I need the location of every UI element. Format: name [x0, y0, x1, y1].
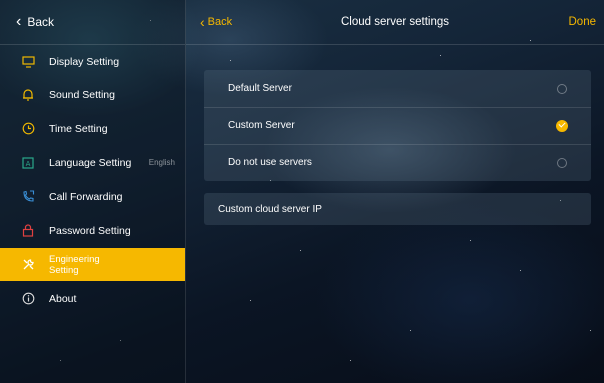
radio-unchecked-icon[interactable]	[557, 157, 567, 168]
lock-icon	[21, 224, 35, 238]
sidebar-item-engineering[interactable]: Engineering Setting	[0, 248, 185, 281]
option-no-server[interactable]: Do not use servers	[204, 144, 591, 181]
sidebar-item-sound[interactable]: Sound Setting	[0, 78, 185, 111]
sidebar-back-label: Back	[27, 15, 55, 29]
bell-icon	[21, 88, 35, 102]
option-label: Do not use servers	[228, 157, 312, 168]
language-value: English	[148, 158, 175, 167]
custom-server-ip-field[interactable]: Custom cloud server IP	[204, 193, 591, 225]
sidebar-item-call-forwarding[interactable]: Call Forwarding	[0, 180, 185, 213]
sidebar-item-label: Call Forwarding	[49, 190, 123, 203]
sidebar-item-about[interactable]: About	[0, 282, 185, 315]
language-icon: A	[21, 156, 35, 170]
sidebar-item-label-line1: Engineering	[49, 253, 100, 265]
top-bar: ‹ Back Cloud server settings Done	[186, 0, 604, 45]
radio-checked-icon[interactable]	[556, 119, 568, 132]
sidebar-item-label: About	[49, 292, 77, 305]
sidebar-item-language[interactable]: A Language Setting English	[0, 146, 185, 179]
sidebar-item-label: Sound Setting	[49, 88, 115, 101]
option-default-server[interactable]: Default Server	[204, 70, 591, 108]
sidebar-item-label: Password Setting	[49, 224, 131, 237]
sidebar-item-label: Language Setting	[49, 156, 132, 169]
sidebar-back-button[interactable]: ‹ Back	[0, 0, 185, 45]
svg-text:A: A	[26, 160, 31, 168]
sidebar-item-time[interactable]: Time Setting	[0, 112, 185, 145]
info-icon	[21, 292, 35, 306]
custom-server-ip-label: Custom cloud server IP	[218, 203, 322, 215]
sidebar-item-label-line2: Setting	[49, 264, 79, 276]
sidebar-item-label: Time Setting	[49, 122, 108, 135]
chevron-left-icon: ‹	[16, 13, 22, 30]
monitor-icon	[21, 55, 35, 69]
option-custom-server[interactable]: Custom Server	[204, 107, 591, 145]
server-options-group: Default Server Custom Server Do not use …	[204, 70, 591, 181]
done-button[interactable]: Done	[569, 0, 597, 44]
settings-sidebar: ‹ Back Display Setting Sound Setting Tim…	[0, 0, 186, 383]
clock-icon	[21, 122, 35, 136]
wrench-icon	[21, 258, 35, 272]
option-label: Custom Server	[228, 120, 295, 131]
sidebar-item-password[interactable]: Password Setting	[0, 214, 185, 247]
radio-unchecked-icon[interactable]	[557, 83, 567, 94]
page-title: Cloud server settings	[340, 16, 450, 28]
phone-forward-icon	[21, 190, 35, 204]
sidebar-item-label: Display Setting	[49, 55, 120, 68]
option-label: Default Server	[228, 83, 292, 94]
sidebar-item-display[interactable]: Display Setting	[0, 45, 185, 78]
